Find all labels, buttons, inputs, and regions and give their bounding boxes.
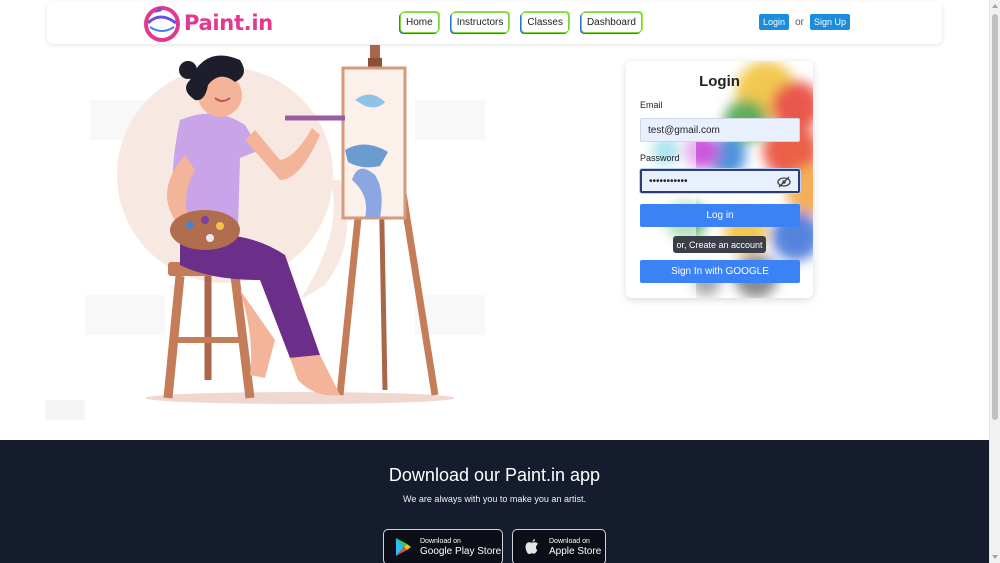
email-field[interactable]: test@gmail.com (640, 118, 800, 142)
download-section: Download our Paint.in app We are always … (0, 440, 989, 563)
scroll-down-icon[interactable] (992, 555, 998, 559)
apple-icon (525, 539, 538, 554)
google-play-small: Download on (420, 537, 461, 545)
nav-signup-button[interactable]: Sign Up (809, 14, 850, 30)
login-button[interactable]: Log in (640, 204, 800, 227)
download-title: Download our Paint.in app (388, 465, 601, 485)
login-card: Login Email test@gmail.com Password ••••… (626, 61, 813, 298)
painter-illustration (45, 45, 485, 420)
brand-logo[interactable]: Paint.in (140, 2, 273, 44)
email-label: Email (640, 100, 663, 110)
scrollbar-thumb[interactable] (992, 14, 998, 420)
google-signin-button[interactable]: Sign In with GOOGLE (640, 260, 800, 283)
eye-slash-icon[interactable] (777, 176, 791, 188)
scroll-up-icon[interactable] (992, 4, 998, 8)
navbar: Paint.in Home Instructors Classes Dashbo… (47, 2, 942, 44)
nav-instructors[interactable]: Instructors (450, 12, 510, 33)
email-value: test@gmail.com (648, 124, 720, 136)
nav-classes[interactable]: Classes (521, 12, 569, 33)
apple-store-label: Apple Store (549, 545, 602, 557)
google-play-icon (396, 538, 411, 556)
auth-links: Login or Sign Up (759, 14, 850, 30)
google-play-button[interactable]: Download on Google Play Store (383, 529, 503, 563)
login-title: Login (699, 73, 740, 90)
brand-name: Paint.in (184, 11, 273, 35)
nav-links: Home Instructors Classes Dashboard (400, 12, 642, 33)
password-field[interactable]: ••••••••••• (640, 169, 800, 193)
page-scrollbar[interactable] (989, 0, 1000, 563)
apple-store-button[interactable]: Download on Apple Store (512, 529, 606, 563)
palette-logo-icon (144, 6, 180, 42)
google-play-label: Google Play Store (420, 545, 502, 557)
apple-store-small: Download on (549, 537, 590, 545)
password-label: Password (640, 153, 680, 163)
nav-dashboard[interactable]: Dashboard (580, 12, 642, 33)
create-account-link[interactable]: or, Create an account (673, 236, 766, 253)
nav-login-button[interactable]: Login (759, 14, 790, 30)
nav-home[interactable]: Home (400, 12, 439, 33)
download-subtitle: We are always with you to make you an ar… (403, 494, 586, 504)
password-value: ••••••••••• (649, 175, 688, 187)
auth-or-text: or (795, 16, 804, 28)
